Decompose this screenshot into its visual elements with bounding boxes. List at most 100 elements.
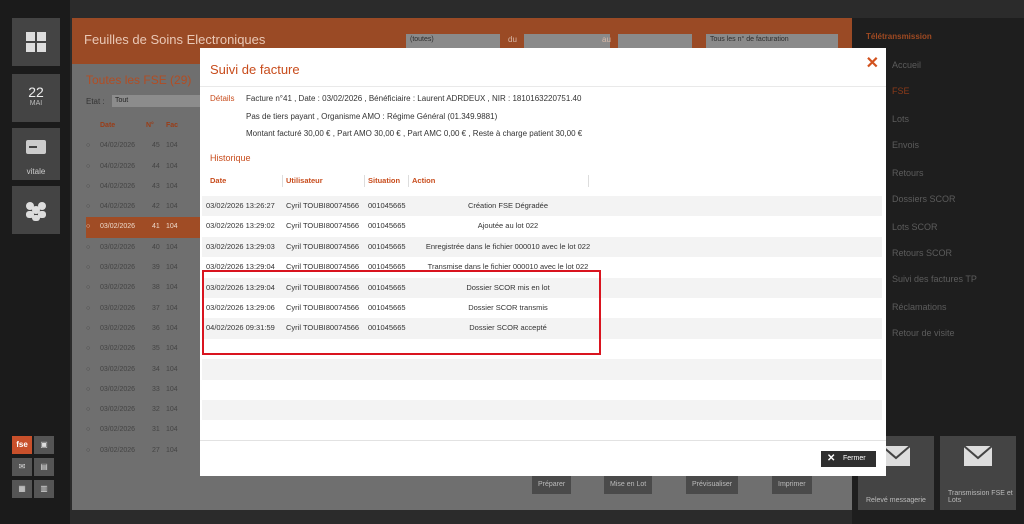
- date-from-input[interactable]: [524, 34, 610, 48]
- row-date: 04/02/2026: [100, 203, 136, 211]
- type-filter-select[interactable]: (toutes): [406, 34, 500, 48]
- nav-item[interactable]: Lots: [892, 114, 909, 124]
- row-number: 41: [152, 223, 160, 231]
- left-rail: 22 MAI vitale fse ▣ ✉ ▤ ▦ ▥: [0, 0, 70, 524]
- row-number: 32: [152, 406, 160, 414]
- table-row[interactable]: ○ 04/02/2026 42 104: [86, 197, 202, 217]
- radio-icon[interactable]: ○: [86, 339, 90, 359]
- table-row: [202, 400, 882, 421]
- radio-icon[interactable]: ○: [86, 299, 90, 319]
- invoice-filter-select[interactable]: Tous les n° de facturation: [706, 34, 838, 48]
- table-row[interactable]: ○ 03/02/2026 33 104: [86, 380, 202, 400]
- dialog-title: Suivi de facture: [210, 62, 300, 77]
- row-invoice: 104: [166, 243, 178, 251]
- prepare-button[interactable]: Préparer: [532, 476, 572, 494]
- table-row[interactable]: ○ 03/02/2026 32 104: [86, 400, 202, 420]
- radio-icon[interactable]: ○: [86, 319, 90, 339]
- table-row[interactable]: ○ 03/02/2026 27 104: [86, 441, 202, 461]
- table-row[interactable]: ○ 04/02/2026 45 104: [86, 136, 202, 156]
- stats-icon[interactable]: ▥: [34, 480, 54, 498]
- row-number: 38: [152, 284, 160, 292]
- quick-launch: fse ▣ ✉ ▤ ▦ ▥: [12, 436, 60, 502]
- table-row[interactable]: ○ 03/02/2026 34 104: [86, 360, 202, 380]
- mail-icon[interactable]: ✉: [12, 458, 32, 476]
- table-row[interactable]: 03/02/2026 13:26:27 Cyril TOUBI80074566 00…: [202, 196, 882, 217]
- fse-shortcut[interactable]: fse: [12, 436, 32, 454]
- radio-icon[interactable]: ○: [86, 420, 90, 440]
- users-icon: [26, 202, 46, 221]
- row-date: 03/02/2026: [100, 426, 136, 434]
- divider: [200, 86, 886, 87]
- table-row[interactable]: ○ 03/02/2026 35 104: [86, 339, 202, 359]
- radio-icon[interactable]: ○: [86, 197, 90, 217]
- close-icon[interactable]: ✕: [866, 53, 879, 73]
- table-row[interactable]: ○ 03/02/2026 36 104: [86, 319, 202, 339]
- row-date: 03/02/2026: [100, 446, 136, 454]
- radio-icon[interactable]: ○: [86, 157, 90, 177]
- fse-table: Date N° Fac ○ 04/02/2026 45 104 ○ 04/02/2026 4…: [86, 116, 202, 461]
- nav-item[interactable]: Réclamations: [892, 302, 947, 312]
- table-row[interactable]: 03/02/2026 13:29:02 Cyril TOUBI80074566 00…: [202, 216, 882, 236]
- row-invoice: 104: [166, 142, 178, 150]
- nav-item[interactable]: FSE: [892, 86, 910, 96]
- calculator-icon[interactable]: ▦: [12, 480, 32, 498]
- calendar-day: 22: [28, 84, 44, 100]
- radio-icon[interactable]: ○: [86, 217, 90, 237]
- close-button[interactable]: ✕ Fermer: [821, 451, 876, 467]
- vitale-button[interactable]: vitale: [12, 128, 60, 180]
- table-row[interactable]: ○ 03/02/2026 41 104: [86, 217, 202, 238]
- row-number: 40: [152, 243, 160, 251]
- date-to-input[interactable]: [618, 34, 692, 48]
- grid-menu-button[interactable]: [12, 18, 60, 66]
- nav-item[interactable]: Retours: [892, 168, 924, 178]
- table-row: [202, 380, 882, 400]
- row-invoice: 104: [166, 365, 178, 373]
- nav-item[interactable]: Accueil: [892, 60, 921, 70]
- state-select[interactable]: Tout: [112, 95, 212, 107]
- nav-item[interactable]: Retours SCOR: [892, 248, 952, 258]
- table-row[interactable]: 03/02/2026 13:29:03 Cyril TOUBI80074566 00…: [202, 236, 882, 258]
- radio-icon[interactable]: ○: [86, 238, 90, 258]
- radio-icon[interactable]: ○: [86, 380, 90, 400]
- row-number: 36: [152, 324, 160, 332]
- patients-button[interactable]: [12, 186, 60, 234]
- batch-button[interactable]: Mise en Lot: [604, 476, 653, 494]
- table-row[interactable]: ○ 03/02/2026 39 104: [86, 258, 202, 278]
- radio-icon[interactable]: ○: [86, 177, 90, 197]
- nav-item[interactable]: Dossiers SCOR: [892, 194, 956, 204]
- radio-icon[interactable]: ○: [86, 278, 90, 298]
- nav-item[interactable]: Suivi des factures TP: [892, 274, 977, 284]
- state-label: Etat :: [86, 97, 105, 106]
- radio-icon[interactable]: ○: [86, 360, 90, 380]
- lock-icon[interactable]: ▣: [34, 436, 54, 454]
- row-date: 04/02/2026: [100, 162, 136, 170]
- table-row[interactable]: ○ 03/02/2026 40 104: [86, 238, 202, 258]
- table-row[interactable]: ○ 04/02/2026 44 104: [86, 157, 202, 177]
- radio-icon[interactable]: ○: [86, 136, 90, 156]
- row-invoice: 104: [166, 426, 178, 434]
- row-number: 35: [152, 345, 160, 353]
- calendar-button[interactable]: 22 MAI: [12, 74, 60, 122]
- history-action: Création FSE Dégradée: [467, 201, 549, 210]
- table-row[interactable]: ○ 04/02/2026 43 104: [86, 177, 202, 197]
- radio-icon[interactable]: ○: [86, 441, 90, 461]
- row-number: 27: [152, 446, 160, 454]
- document-icon[interactable]: ▤: [34, 458, 54, 476]
- radio-icon[interactable]: ○: [86, 258, 90, 278]
- row-invoice: 104: [166, 223, 178, 231]
- divider: [408, 175, 409, 187]
- nav-item[interactable]: Retour de visite: [892, 328, 955, 338]
- table-row: [202, 420, 882, 440]
- table-row[interactable]: ○ 03/02/2026 31 104: [86, 420, 202, 440]
- transmission-tile[interactable]: Transmission FSE et Lots: [940, 436, 1016, 510]
- nav-item[interactable]: Envois: [892, 140, 919, 150]
- vitale-label: vitale: [26, 167, 46, 176]
- table-row[interactable]: ○ 03/02/2026 38 104: [86, 278, 202, 298]
- row-number: 44: [152, 162, 160, 170]
- nav-item[interactable]: Lots SCOR: [892, 222, 938, 232]
- preview-button[interactable]: Prévisualiser: [686, 476, 739, 494]
- history-situation: 001045665: [368, 221, 406, 231]
- print-button[interactable]: Imprimer: [772, 476, 812, 494]
- radio-icon[interactable]: ○: [86, 400, 90, 420]
- table-row[interactable]: ○ 03/02/2026 37 104: [86, 299, 202, 319]
